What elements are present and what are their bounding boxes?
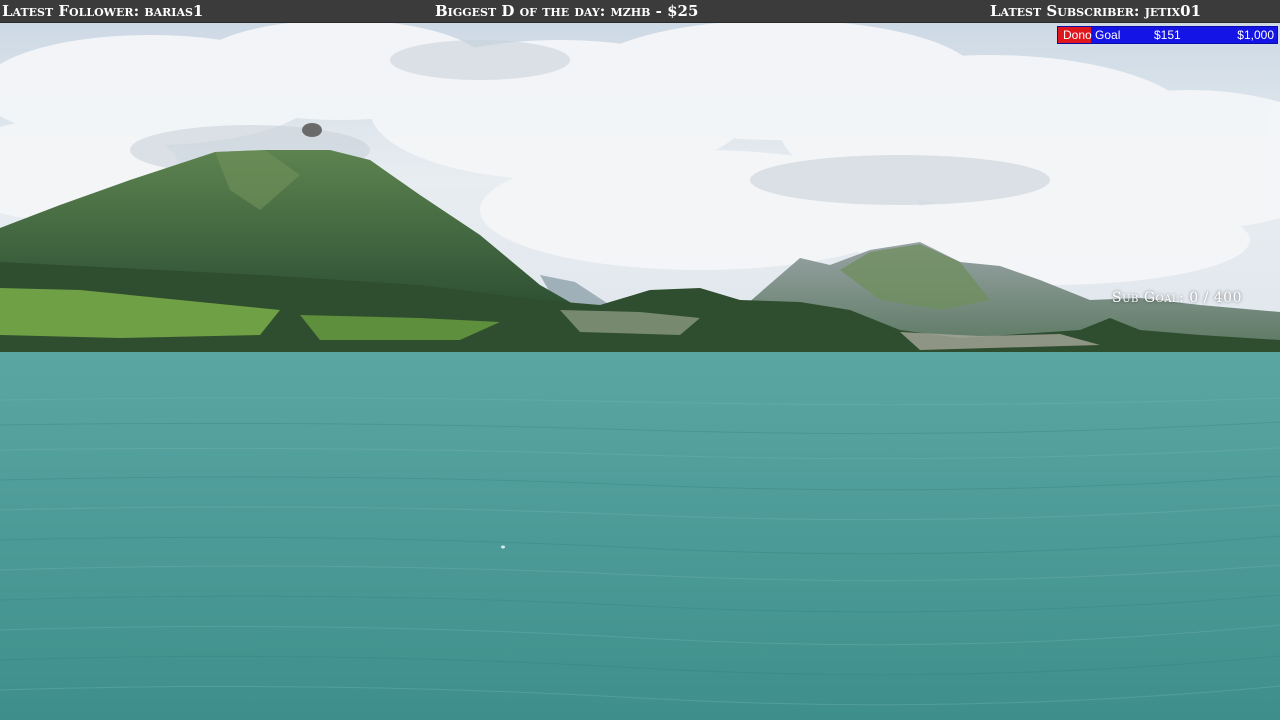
donation-goal-label-suffix: Goal: [1091, 28, 1121, 42]
lake-water: [0, 352, 1280, 720]
latest-subscriber-label: Latest Subscriber: jetix01: [990, 2, 1202, 20]
biggest-donation-label: Biggest D of the day: mzhb - $25: [435, 2, 699, 20]
lake-mountain-scene: [0, 0, 1280, 720]
donation-goal-label-prefix: Dono: [1063, 28, 1092, 42]
donation-goal-label: Dono Goal: [1063, 26, 1120, 44]
sub-goal-label: Sub Goal: 0 / 400: [1112, 290, 1242, 306]
stream-top-bar: Latest Follower: barias1 Biggest D of th…: [0, 0, 1280, 23]
latest-follower-label: Latest Follower: barias1: [2, 2, 204, 20]
donation-goal-bar: Dono Goal $151 $1,000: [1057, 26, 1278, 44]
donation-goal-target: $1,000: [1237, 28, 1274, 42]
donation-goal-current: $151: [1154, 28, 1181, 42]
